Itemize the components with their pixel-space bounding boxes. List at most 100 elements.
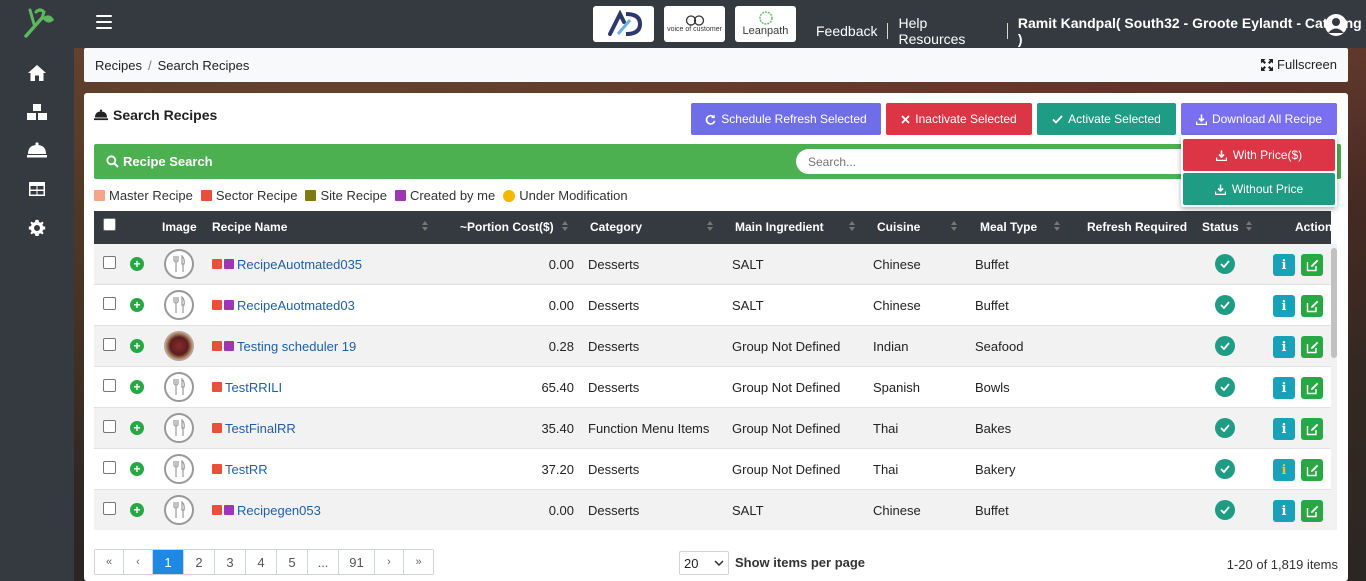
- search-input[interactable]: [796, 149, 1196, 174]
- expand-row-icon[interactable]: +: [130, 380, 144, 394]
- cutlery-placeholder-icon[interactable]: [164, 454, 194, 484]
- ad-logo-icon[interactable]: [593, 6, 654, 42]
- table-scrollbar[interactable]: [1331, 244, 1337, 530]
- recipe-name-link[interactable]: Recipegen053: [237, 503, 321, 518]
- cutlery-placeholder-icon[interactable]: [164, 290, 194, 320]
- breadcrumb-recipes[interactable]: Recipes: [95, 58, 142, 73]
- expand-row-icon[interactable]: +: [130, 503, 144, 517]
- scrollbar-thumb[interactable]: [1331, 248, 1337, 358]
- gear-icon[interactable]: [25, 216, 49, 240]
- meal-type-cell: Buffet: [975, 257, 1009, 272]
- select-all-checkbox[interactable]: [103, 218, 116, 231]
- cuisine-cell: Chinese: [873, 257, 921, 272]
- edit-icon: [1306, 382, 1318, 394]
- page-91-button[interactable]: 91: [339, 550, 375, 574]
- user-avatar-icon[interactable]: [1325, 14, 1347, 36]
- expand-row-icon[interactable]: +: [130, 421, 144, 435]
- tag-sector: [212, 423, 222, 433]
- cutlery-placeholder-icon[interactable]: [164, 413, 194, 443]
- recipe-photo[interactable]: [164, 331, 194, 361]
- expand-row-icon[interactable]: +: [130, 257, 144, 271]
- page-5-button[interactable]: 5: [277, 550, 308, 574]
- row-checkbox[interactable]: [103, 297, 116, 310]
- page-1-button[interactable]: 1: [153, 550, 184, 574]
- recipe-name-link[interactable]: TestRR: [225, 462, 268, 477]
- download-with-price-item[interactable]: With Price($): [1183, 139, 1335, 171]
- header-recipe-name[interactable]: Recipe Name: [212, 220, 287, 234]
- inactivate-selected-button[interactable]: Inactivate Selected: [886, 103, 1032, 135]
- legend-master: Master Recipe: [94, 188, 193, 203]
- edit-button[interactable]: [1301, 295, 1323, 317]
- activate-selected-button[interactable]: Activate Selected: [1037, 103, 1176, 135]
- table-body: + RecipeAuotmated035 0.00 Desserts SALT Chine…: [94, 244, 1331, 530]
- voc-logo-icon[interactable]: voice of customer: [664, 6, 725, 42]
- download-without-price-item[interactable]: Without Price: [1183, 173, 1335, 205]
- cloche-icon[interactable]: [25, 138, 49, 162]
- edit-button[interactable]: [1301, 500, 1323, 522]
- prev-page-button[interactable]: ‹: [124, 550, 153, 574]
- page-2-button[interactable]: 2: [184, 550, 215, 574]
- info-button[interactable]: i: [1273, 336, 1295, 358]
- row-checkbox[interactable]: [103, 502, 116, 515]
- cutlery-placeholder-icon[interactable]: [164, 249, 194, 279]
- boxes-icon[interactable]: [25, 100, 49, 124]
- info-button[interactable]: i: [1273, 418, 1295, 440]
- expand-row-icon[interactable]: +: [130, 462, 144, 476]
- page-ellipsis-button[interactable]: ...: [308, 550, 339, 574]
- info-button[interactable]: i: [1273, 459, 1295, 481]
- first-page-button[interactable]: «: [95, 550, 124, 574]
- user-name[interactable]: Ramit Kandpal( South32 - Groote Eylandt …: [1018, 15, 1366, 47]
- header-meal-type[interactable]: Meal Type: [980, 220, 1037, 234]
- row-checkbox[interactable]: [103, 256, 116, 269]
- edit-button[interactable]: [1301, 254, 1323, 276]
- row-checkbox[interactable]: [103, 338, 116, 351]
- row-checkbox[interactable]: [103, 420, 116, 433]
- expand-row-icon[interactable]: +: [130, 298, 144, 312]
- edit-button[interactable]: [1301, 377, 1323, 399]
- fork-leaf-logo-icon[interactable]: [22, 4, 56, 40]
- recipe-tags: [212, 300, 236, 310]
- next-page-button[interactable]: ›: [375, 550, 404, 574]
- header-cuisine[interactable]: Cuisine: [877, 220, 920, 234]
- edit-button[interactable]: [1301, 336, 1323, 358]
- table-row: + TestRRILI 65.40 Desserts Group Not Defined…: [94, 367, 1331, 408]
- download-all-recipe-button[interactable]: Download All Recipe: [1181, 103, 1337, 135]
- recipe-name-link[interactable]: RecipeAuotmated03: [237, 298, 355, 313]
- hamburger-menu-icon[interactable]: [96, 15, 112, 31]
- row-checkbox[interactable]: [103, 379, 116, 392]
- fullscreen-button[interactable]: Fullscreen: [1261, 57, 1337, 72]
- info-button[interactable]: i: [1273, 295, 1295, 317]
- edit-button[interactable]: [1301, 418, 1323, 440]
- last-page-button[interactable]: »: [404, 550, 433, 574]
- header-category[interactable]: Category: [590, 220, 642, 234]
- tag-sector: [212, 341, 222, 351]
- cutlery-placeholder-icon[interactable]: [164, 372, 194, 402]
- row-checkbox[interactable]: [103, 461, 116, 474]
- items-per-page-select[interactable]: 20: [679, 551, 729, 575]
- cutlery-placeholder-icon[interactable]: [164, 495, 194, 525]
- recipe-name-link[interactable]: TestFinalRR: [225, 421, 296, 436]
- feedback-link[interactable]: Feedback: [816, 23, 877, 39]
- edit-button[interactable]: [1301, 459, 1323, 481]
- header-main-ingredient[interactable]: Main Ingredient: [735, 220, 824, 234]
- info-button[interactable]: i: [1273, 254, 1295, 276]
- header-status[interactable]: Status: [1202, 220, 1239, 234]
- recipe-name-link[interactable]: RecipeAuotmated035: [237, 257, 362, 272]
- meal-type-cell: Buffet: [975, 298, 1009, 313]
- help-resources-link[interactable]: Help Resources: [898, 15, 996, 47]
- schedule-refresh-button[interactable]: Schedule Refresh Selected: [691, 103, 881, 135]
- page-3-button[interactable]: 3: [215, 550, 246, 574]
- status-active-icon: [1215, 295, 1235, 315]
- page-4-button[interactable]: 4: [246, 550, 277, 574]
- sector-swatch: [200, 190, 212, 201]
- info-button[interactable]: i: [1273, 377, 1295, 399]
- home-icon[interactable]: [25, 61, 49, 85]
- info-button[interactable]: i: [1273, 500, 1295, 522]
- schedule-refresh-label: Schedule Refresh Selected: [721, 112, 867, 126]
- table-icon[interactable]: [25, 177, 49, 201]
- recipe-name-link[interactable]: Testing scheduler 19: [237, 339, 356, 354]
- header-portion-cost[interactable]: ~Portion Cost($): [460, 220, 554, 234]
- leanpath-logo-icon[interactable]: Leanpath: [735, 6, 796, 42]
- expand-row-icon[interactable]: +: [130, 339, 144, 353]
- recipe-name-link[interactable]: TestRRILI: [225, 380, 282, 395]
